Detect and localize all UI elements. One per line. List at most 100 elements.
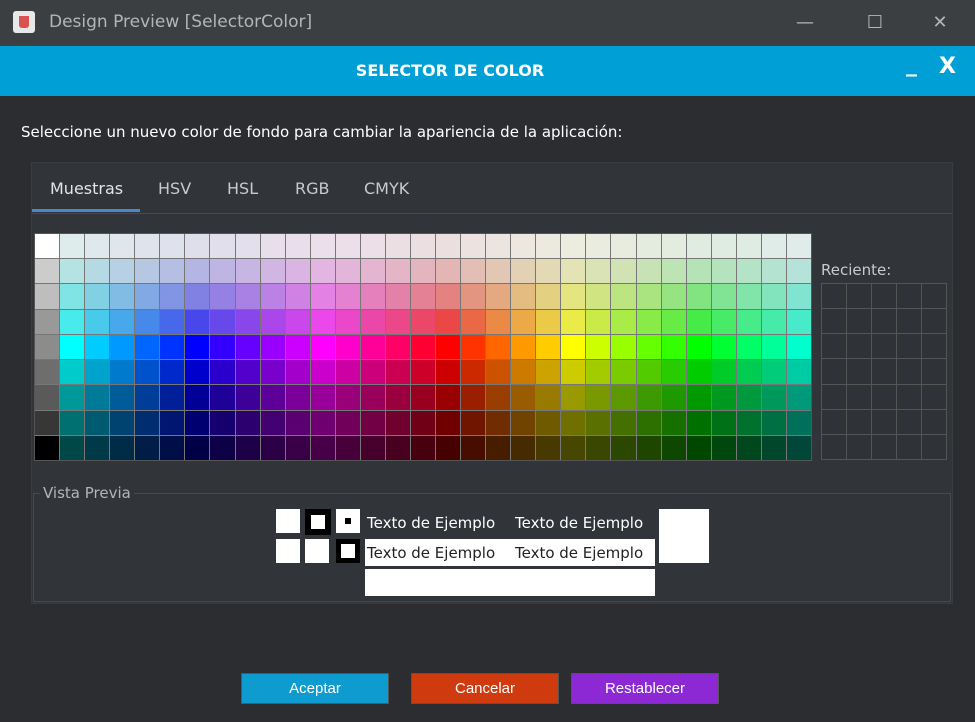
color-swatch[interactable]: [135, 234, 160, 259]
cancel-button[interactable]: Cancelar: [411, 673, 559, 704]
color-swatch[interactable]: [60, 259, 85, 284]
color-swatch[interactable]: [335, 385, 360, 410]
header-minimize-button[interactable]: _: [906, 52, 917, 77]
color-swatch[interactable]: [586, 410, 611, 435]
recent-swatch[interactable]: [847, 434, 871, 459]
color-swatch[interactable]: [436, 334, 461, 360]
recent-swatch[interactable]: [922, 409, 946, 434]
color-swatch[interactable]: [185, 435, 210, 460]
recent-swatch[interactable]: [922, 334, 946, 359]
color-swatch[interactable]: [661, 385, 686, 410]
tab-cmyk[interactable]: CMYK: [364, 179, 409, 198]
color-swatch[interactable]: [661, 334, 686, 360]
color-swatch[interactable]: [60, 309, 85, 334]
color-swatch[interactable]: [260, 284, 285, 309]
color-swatch[interactable]: [235, 234, 260, 259]
color-swatch[interactable]: [135, 410, 160, 435]
color-swatch[interactable]: [335, 259, 360, 284]
color-swatch[interactable]: [761, 309, 786, 334]
color-swatch[interactable]: [486, 234, 511, 259]
color-swatch[interactable]: [60, 435, 85, 460]
color-swatch[interactable]: [135, 334, 160, 360]
color-swatch[interactable]: [110, 284, 135, 309]
recent-swatch[interactable]: [922, 284, 946, 309]
recent-swatch[interactable]: [872, 309, 896, 334]
color-swatch[interactable]: [686, 259, 711, 284]
color-swatch[interactable]: [310, 360, 335, 385]
close-window-icon[interactable]: ✕: [925, 8, 955, 38]
color-swatch[interactable]: [360, 234, 385, 259]
color-swatch[interactable]: [335, 284, 360, 309]
color-swatch[interactable]: [110, 385, 135, 410]
color-swatch[interactable]: [461, 284, 486, 309]
color-swatch[interactable]: [385, 435, 410, 460]
color-swatch[interactable]: [135, 385, 160, 410]
color-swatch[interactable]: [761, 360, 786, 385]
color-swatch[interactable]: [661, 284, 686, 309]
color-swatch[interactable]: [385, 360, 410, 385]
color-swatch[interactable]: [611, 435, 636, 460]
color-swatch[interactable]: [285, 309, 310, 334]
color-swatch[interactable]: [636, 259, 661, 284]
color-swatch[interactable]: [85, 259, 110, 284]
recent-swatch[interactable]: [897, 284, 921, 309]
color-swatch[interactable]: [185, 385, 210, 410]
color-swatch[interactable]: [711, 259, 736, 284]
reset-button[interactable]: Restablecer: [571, 673, 719, 704]
color-swatch[interactable]: [761, 410, 786, 435]
color-swatch[interactable]: [486, 385, 511, 410]
color-swatch[interactable]: [636, 234, 661, 259]
color-swatch[interactable]: [285, 334, 310, 360]
color-swatch[interactable]: [110, 259, 135, 284]
color-swatch[interactable]: [210, 360, 235, 385]
color-swatch[interactable]: [736, 284, 761, 309]
color-swatch[interactable]: [586, 309, 611, 334]
color-swatch[interactable]: [260, 309, 285, 334]
color-swatch[interactable]: [310, 385, 335, 410]
color-swatch[interactable]: [60, 385, 85, 410]
recent-swatch[interactable]: [822, 384, 846, 409]
color-swatch[interactable]: [185, 259, 210, 284]
color-swatch[interactable]: [736, 435, 761, 460]
recent-swatch[interactable]: [922, 434, 946, 459]
color-swatch[interactable]: [35, 334, 60, 360]
color-swatch[interactable]: [536, 284, 561, 309]
color-swatch[interactable]: [285, 360, 310, 385]
maximize-window-icon[interactable]: ☐: [860, 8, 890, 38]
color-swatch[interactable]: [661, 309, 686, 334]
color-swatch[interactable]: [511, 410, 536, 435]
color-swatch[interactable]: [360, 360, 385, 385]
color-swatch[interactable]: [711, 309, 736, 334]
color-swatch[interactable]: [85, 284, 110, 309]
color-swatch[interactable]: [210, 410, 235, 435]
recent-swatch[interactable]: [897, 409, 921, 434]
color-swatch[interactable]: [786, 309, 811, 334]
color-swatch[interactable]: [711, 284, 736, 309]
color-swatch[interactable]: [410, 385, 436, 410]
color-swatch[interactable]: [736, 309, 761, 334]
color-swatch[interactable]: [410, 309, 436, 334]
color-swatch[interactable]: [536, 334, 561, 360]
color-swatch[interactable]: [235, 259, 260, 284]
color-swatch[interactable]: [310, 410, 335, 435]
color-swatch[interactable]: [335, 360, 360, 385]
color-swatch[interactable]: [586, 234, 611, 259]
color-swatch[interactable]: [536, 360, 561, 385]
color-swatch[interactable]: [786, 234, 811, 259]
color-swatch[interactable]: [160, 360, 185, 385]
color-swatch[interactable]: [160, 259, 185, 284]
color-swatch[interactable]: [611, 259, 636, 284]
color-swatch[interactable]: [761, 284, 786, 309]
color-swatch[interactable]: [210, 435, 235, 460]
color-swatch[interactable]: [736, 334, 761, 360]
color-swatch[interactable]: [360, 259, 385, 284]
color-swatch[interactable]: [611, 234, 636, 259]
color-swatch[interactable]: [260, 259, 285, 284]
color-swatch[interactable]: [561, 435, 586, 460]
color-swatch[interactable]: [511, 360, 536, 385]
header-close-button[interactable]: X: [939, 54, 956, 79]
color-swatch[interactable]: [60, 334, 85, 360]
color-swatch[interactable]: [561, 284, 586, 309]
color-swatch[interactable]: [511, 309, 536, 334]
color-swatch[interactable]: [260, 435, 285, 460]
